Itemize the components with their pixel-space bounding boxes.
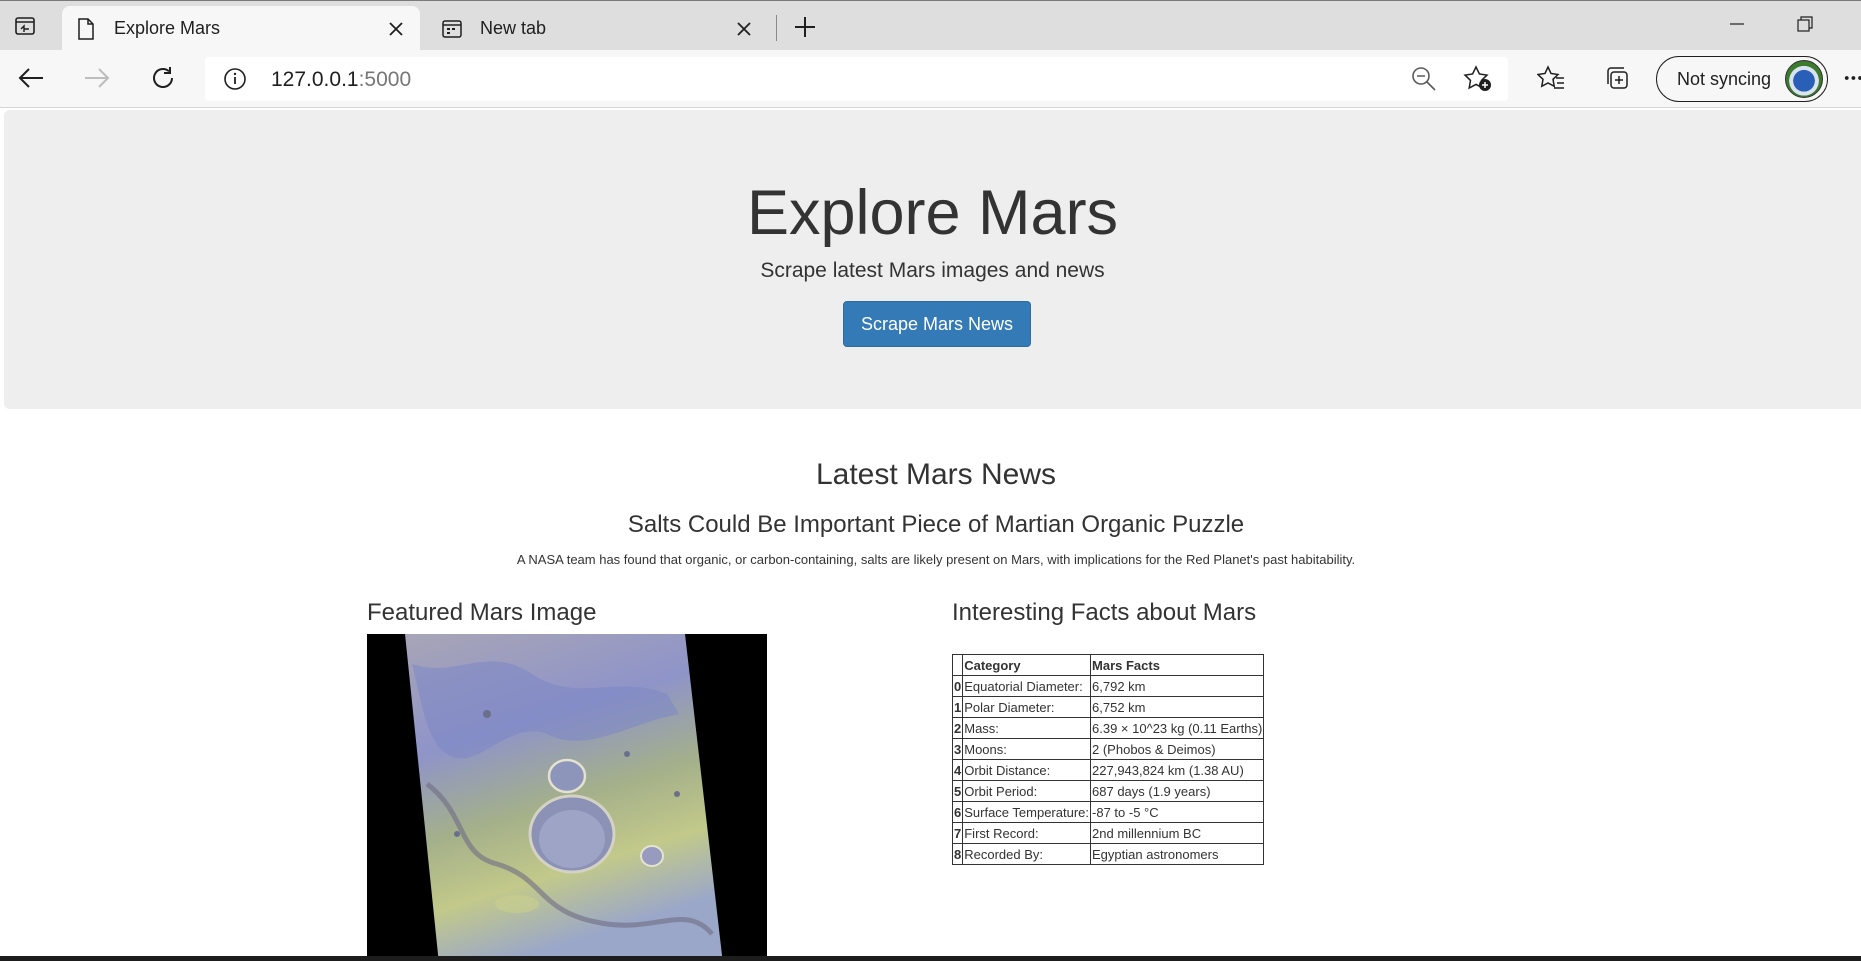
restore-button[interactable]: [1780, 9, 1830, 39]
new-tab-page-icon: [440, 17, 464, 41]
table-row: 8 Recorded By: Egyptian astronomers: [951, 843, 1265, 865]
category-cell: Orbit Period:: [962, 780, 1092, 802]
more-button[interactable]: [1842, 58, 1861, 98]
row-index: 6: [951, 801, 964, 823]
back-arrow-icon: [18, 68, 43, 88]
featured-image-heading: Featured Mars Image: [367, 599, 597, 626]
scrape-mars-news-button[interactable]: Scrape Mars News: [843, 301, 1031, 347]
latest-news-heading: Latest Mars News: [815, 458, 1057, 491]
row-index: 2: [951, 717, 964, 739]
fact-cell: 227,943,824 km (1.38 AU): [1090, 759, 1265, 781]
tab-actions-button[interactable]: [8, 13, 42, 39]
address-bar[interactable]: 127.0.0.1:5000: [205, 57, 1508, 101]
category-cell: Moons:: [962, 738, 1092, 760]
close-tab-button[interactable]: [380, 13, 412, 45]
fact-cell: 6,792 km: [1090, 675, 1265, 697]
taskbar-edge: [0, 956, 1861, 961]
page-content: Explore Mars Scrape latest Mars images a…: [0, 109, 1861, 961]
news-title: Salts Could Be Important Piece of Martia…: [627, 511, 1245, 538]
category-cell: Orbit Distance:: [962, 759, 1092, 781]
url-port: :5000: [358, 68, 412, 91]
tab-separator: [776, 15, 777, 41]
back-button[interactable]: [11, 58, 51, 98]
page-icon: [74, 17, 98, 41]
row-index: 7: [951, 822, 964, 844]
column-header: Category: [962, 654, 1092, 676]
minimize-icon: [1730, 23, 1744, 25]
tab-strip: Explore Mars New tab: [0, 0, 1861, 51]
favorites-button[interactable]: [1531, 58, 1571, 98]
tab-explore-mars[interactable]: Explore Mars: [62, 6, 420, 51]
row-index: 8: [951, 843, 964, 865]
category-cell: Surface Temperature:: [962, 801, 1092, 823]
fact-cell: 6,752 km: [1090, 696, 1265, 718]
table-row: 7 First Record: 2nd millennium BC: [951, 822, 1265, 844]
table-row: 0 Equatorial Diameter: 6,792 km: [951, 675, 1265, 697]
category-cell: Mass:: [962, 717, 1092, 739]
fact-cell: Egyptian astronomers: [1090, 843, 1265, 865]
profile-sync-button[interactable]: Not syncing: [1656, 56, 1828, 102]
url-host: 127.0.0.1: [271, 68, 359, 91]
row-index: 0: [951, 675, 964, 697]
zoom-out-icon[interactable]: [1410, 65, 1438, 93]
refresh-button[interactable]: [143, 58, 183, 98]
page-title: Explore Mars: [746, 178, 1119, 248]
avatar: [1785, 60, 1823, 98]
featured-mars-image: [367, 634, 767, 961]
add-favorite-icon[interactable]: [1463, 65, 1493, 93]
info-icon[interactable]: [223, 67, 247, 91]
fact-cell: 2 (Phobos & Deimos): [1090, 738, 1265, 760]
row-index: 1: [951, 696, 964, 718]
category-cell: First Record:: [962, 822, 1092, 844]
browser-toolbar: 127.0.0.1:5000 Not syncing: [0, 50, 1861, 108]
column-header: [951, 654, 964, 676]
tab-title: Explore Mars: [114, 18, 221, 38]
table-row: 5 Orbit Period: 687 days (1.9 years): [951, 780, 1265, 802]
close-tab-button[interactable]: [728, 13, 760, 45]
refresh-icon: [153, 67, 173, 88]
new-tab-button[interactable]: [788, 11, 822, 43]
close-icon: [737, 21, 751, 36]
table-row: 2 Mass: 6.39 × 10^23 kg (0.11 Earths): [951, 717, 1265, 739]
minimize-button[interactable]: [1712, 9, 1762, 39]
tab-title: New tab: [480, 18, 547, 38]
close-icon: [389, 21, 403, 36]
collections-icon: [1607, 67, 1628, 89]
tab-actions-icon: [15, 17, 35, 35]
table-header-row: Category Mars Facts: [951, 654, 1265, 676]
url-text: 127.0.0.1:5000: [271, 68, 411, 92]
plus-icon: [795, 17, 815, 37]
news-paragraph: A NASA team has found that organic, or c…: [516, 552, 1356, 567]
collections-button[interactable]: [1597, 58, 1637, 98]
fact-cell: -87 to -5 °C: [1090, 801, 1265, 823]
row-index: 4: [951, 759, 964, 781]
facts-heading: Interesting Facts about Mars: [952, 599, 1257, 626]
table-row: 1 Polar Diameter: 6,752 km: [951, 696, 1265, 718]
table-row: 3 Moons: 2 (Phobos & Deimos): [951, 738, 1265, 760]
fact-cell: 2nd millennium BC: [1090, 822, 1265, 844]
fact-cell: 6.39 × 10^23 kg (0.11 Earths): [1090, 717, 1265, 739]
page-lead: Scrape latest Mars images and news: [760, 259, 1105, 282]
restore-icon: [1797, 16, 1813, 32]
more-icon: [1844, 76, 1861, 80]
jumbotron: Explore Mars Scrape latest Mars images a…: [4, 110, 1861, 409]
table-row: 6 Surface Temperature: -87 to -5 °C: [951, 801, 1265, 823]
mars-facts-table: Category Mars Facts 0 Equatorial Diameter…: [951, 654, 1265, 865]
row-index: 3: [951, 738, 964, 760]
sync-label: Not syncing: [1677, 68, 1772, 89]
column-header: Mars Facts: [1090, 654, 1265, 676]
table-row: 4 Orbit Distance: 227,943,824 km (1.38 AU): [951, 759, 1265, 781]
row-index: 5: [951, 780, 964, 802]
category-cell: Recorded By:: [962, 843, 1092, 865]
forward-button[interactable]: [77, 58, 117, 98]
category-cell: Polar Diameter:: [962, 696, 1092, 718]
favorites-icon: [1537, 65, 1564, 89]
forward-arrow-icon: [85, 68, 110, 88]
fact-cell: 687 days (1.9 years): [1090, 780, 1265, 802]
tab-new-tab[interactable]: New tab: [428, 6, 768, 51]
category-cell: Equatorial Diameter:: [962, 675, 1092, 697]
